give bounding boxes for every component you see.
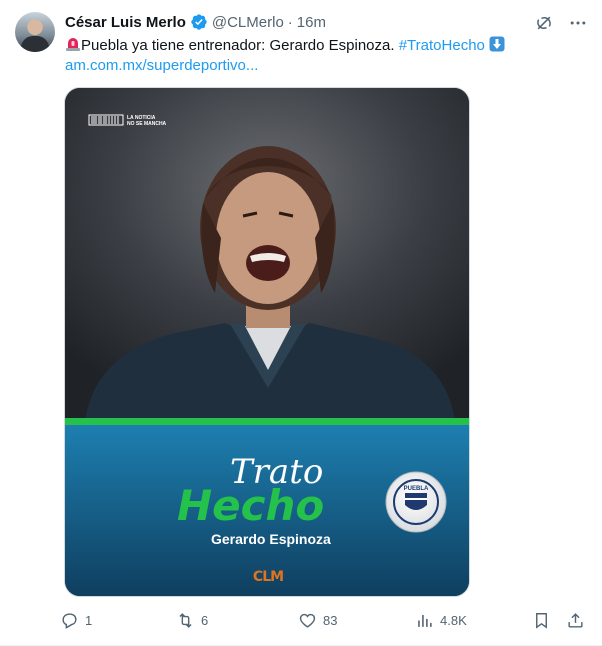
bookmark-icon bbox=[536, 612, 547, 629]
green-stripe bbox=[65, 418, 469, 425]
author-name[interactable]: César Luis Merlo bbox=[65, 14, 186, 31]
retweet-count: 6 bbox=[201, 612, 209, 628]
views-button[interactable]: 4.8K bbox=[415, 608, 467, 632]
retweet-icon bbox=[179, 612, 192, 628]
reply-button[interactable]: 1 bbox=[60, 608, 92, 632]
bookmark-button[interactable] bbox=[532, 608, 551, 632]
author-handle[interactable]: @CLMerlo bbox=[212, 14, 284, 31]
like-count: 83 bbox=[323, 612, 338, 628]
share-button[interactable] bbox=[566, 608, 585, 632]
crest-text: PUEBLA bbox=[404, 486, 429, 492]
like-button[interactable]: 83 bbox=[298, 608, 337, 632]
verified-badge-icon bbox=[191, 14, 207, 30]
down-arrow-emoji bbox=[489, 36, 505, 52]
grok-icon[interactable] bbox=[534, 13, 554, 33]
media-tag: LA NOTICIA NO SE MANCHA bbox=[88, 114, 167, 127]
person-name: Gerardo Espinoza bbox=[211, 531, 331, 547]
tweet-text: Puebla ya tiene entrenador: Gerardo Espi… bbox=[65, 36, 585, 76]
top-right-icons bbox=[534, 13, 588, 33]
headline-bottom: Hecho bbox=[177, 481, 324, 530]
view-count: 4.8K bbox=[440, 612, 467, 628]
tweet-header: César Luis Merlo @CLMerlo · 16m bbox=[65, 12, 326, 32]
retweet-button[interactable]: 6 bbox=[176, 608, 208, 632]
more-options-icon[interactable] bbox=[568, 13, 588, 33]
heart-icon bbox=[299, 613, 316, 628]
views-chart-icon bbox=[418, 614, 432, 627]
author-avatar[interactable] bbox=[15, 12, 55, 52]
clm-logo: CLM bbox=[253, 569, 284, 585]
external-link[interactable]: am.com.mx/superdeportivo... bbox=[65, 56, 585, 76]
separator-dot: · bbox=[287, 13, 293, 31]
share-icon bbox=[568, 612, 583, 628]
reply-count: 1 bbox=[85, 612, 93, 628]
tweet-card[interactable]: César Luis Merlo @CLMerlo · 16m Puebla y… bbox=[0, 0, 602, 646]
media-tag-line2: NO SE MANCHA bbox=[127, 121, 167, 127]
reply-icon bbox=[62, 612, 77, 629]
clm-logo-text: CLM bbox=[253, 569, 283, 585]
tweet-main-text: Puebla ya tiene entrenador: Gerardo Espi… bbox=[81, 37, 395, 54]
hashtag-link[interactable]: #TratoHecho bbox=[399, 37, 485, 54]
tweet-media-image[interactable]: LA NOTICIA NO SE MANCHA Trato Hecho Gera… bbox=[64, 87, 470, 597]
puebla-crest: PUEBLA bbox=[385, 471, 447, 533]
action-bar: 1 6 83 4.8K bbox=[60, 608, 590, 632]
siren-emoji bbox=[66, 38, 80, 51]
tweet-timestamp[interactable]: 16m bbox=[297, 14, 326, 31]
